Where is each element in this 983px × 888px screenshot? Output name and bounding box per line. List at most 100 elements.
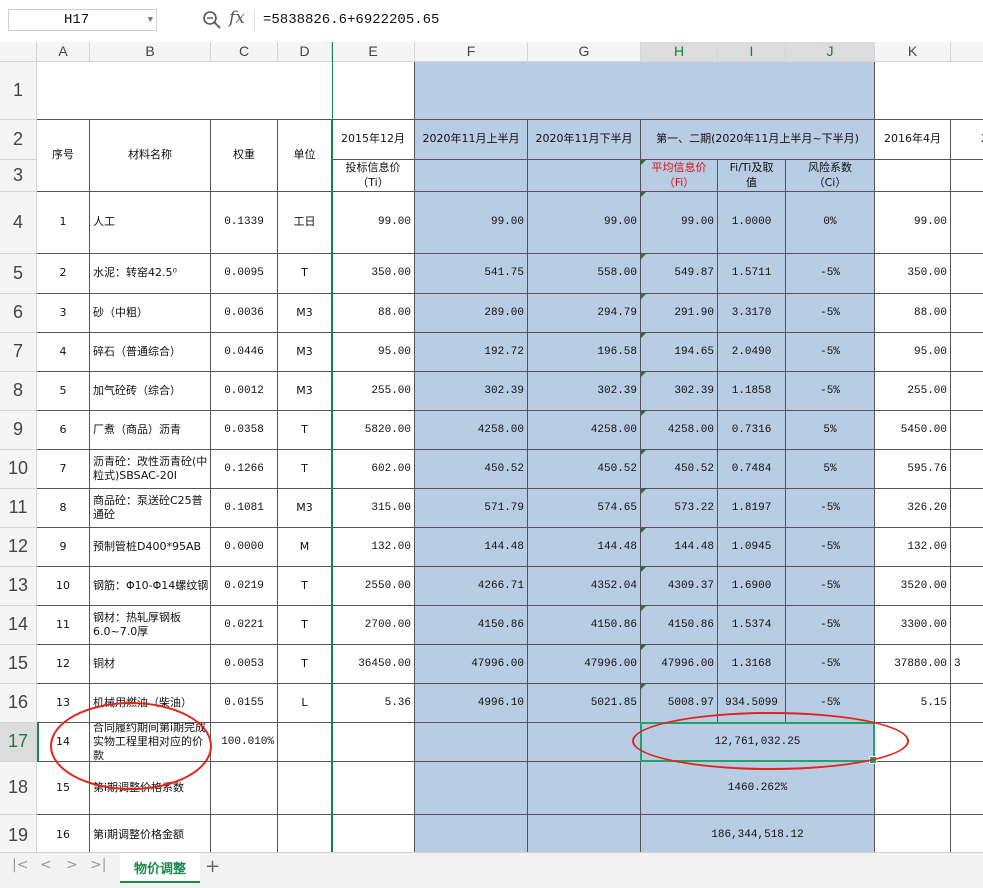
cell-avg-price[interactable]: 450.52 (641, 450, 718, 489)
cell-summary-weight[interactable] (211, 815, 278, 852)
header-2016-next[interactable]: 2016 (951, 120, 983, 160)
cell-seq[interactable]: 10 (37, 567, 90, 606)
cell-weight[interactable]: 0.0155 (211, 684, 278, 723)
cell-price-first-half[interactable]: 289.00 (415, 294, 528, 333)
name-box[interactable]: H17 ▼ (8, 9, 157, 31)
last-sheet-icon[interactable]: >| (90, 857, 106, 873)
cell-ratio[interactable]: 1.5711 (718, 254, 786, 294)
cell-unit[interactable]: T (278, 606, 332, 645)
cell-empty[interactable] (278, 762, 332, 815)
cell-bid-price[interactable]: 5820.00 (332, 411, 415, 450)
cell-unit[interactable]: M3 (278, 333, 332, 372)
cell-weight[interactable]: 0.0095 (211, 254, 278, 294)
cell-weight[interactable]: 0.1339 (211, 192, 278, 254)
cell-risk-coef[interactable]: -5% (786, 528, 875, 567)
cell-price-first-half[interactable]: 302.39 (415, 372, 528, 411)
cell-empty-blue[interactable] (415, 723, 528, 762)
row-header-11[interactable]: 11 (0, 489, 37, 528)
row-header-16[interactable]: 16 (0, 684, 37, 723)
column-header-c[interactable]: C (211, 42, 278, 62)
cell-ratio[interactable]: 0.7316 (718, 411, 786, 450)
cell-price-first-half[interactable]: 144.48 (415, 528, 528, 567)
cell-2016-next[interactable] (951, 567, 983, 606)
header-l3-empty[interactable] (951, 160, 983, 192)
cell-price-second-half[interactable]: 5021.85 (528, 684, 641, 723)
cell-weight[interactable]: 0.0219 (211, 567, 278, 606)
cell-unit[interactable]: T (278, 411, 332, 450)
cell-ratio[interactable]: 2.0490 (718, 333, 786, 372)
cell-weight[interactable]: 0.1266 (211, 450, 278, 489)
formula-input[interactable]: =5838826.6+6922205.65 (254, 10, 439, 32)
cell-2016-04[interactable]: 95.00 (875, 333, 951, 372)
row-header-17[interactable]: 17 (0, 723, 37, 762)
cell-summary-name[interactable]: 第i期调整价格金额 (90, 815, 211, 852)
header-f3-empty[interactable] (415, 160, 528, 192)
cell-price-first-half[interactable]: 192.72 (415, 333, 528, 372)
column-header-g[interactable]: G (528, 42, 641, 62)
cell-2016-next[interactable] (951, 333, 983, 372)
cell-unit[interactable]: M (278, 528, 332, 567)
cell-empty[interactable] (332, 815, 415, 852)
column-header-k[interactable]: K (875, 42, 951, 62)
cell-unit[interactable]: M3 (278, 294, 332, 333)
row-header-4[interactable]: 4 (0, 192, 37, 254)
cell-unit[interactable]: T (278, 254, 332, 294)
cell-weight[interactable]: 0.0358 (211, 411, 278, 450)
header-material-name[interactable]: 材料名称 (90, 120, 211, 192)
header-2020-11-first[interactable]: 2020年11月上半月 (415, 120, 528, 160)
cell-material-name[interactable]: 碎石（普通综合） (90, 333, 211, 372)
cell-seq[interactable]: 11 (37, 606, 90, 645)
cell-avg-price[interactable]: 302.39 (641, 372, 718, 411)
first-sheet-icon[interactable]: |< (12, 857, 28, 873)
cell-bid-price[interactable]: 36450.00 (332, 645, 415, 684)
cell-risk-coef[interactable]: 5% (786, 450, 875, 489)
cell-weight[interactable]: 0.0012 (211, 372, 278, 411)
add-sheet-icon[interactable]: + (205, 856, 220, 877)
cell-material-name[interactable]: 钢材：热轧厚钢板6.0~7.0厚 (90, 606, 211, 645)
cell-price-second-half[interactable]: 450.52 (528, 450, 641, 489)
cell-2016-04[interactable]: 3300.00 (875, 606, 951, 645)
column-header-i[interactable]: I (718, 42, 786, 62)
row-header-19[interactable]: 19 (0, 815, 37, 852)
cell-risk-coef[interactable]: 0% (786, 192, 875, 254)
cell-bid-price[interactable]: 132.00 (332, 528, 415, 567)
cell-ratio[interactable]: 0.7484 (718, 450, 786, 489)
cell-bid-price[interactable]: 5.36 (332, 684, 415, 723)
cell-price-second-half[interactable]: 144.48 (528, 528, 641, 567)
cell-risk-coef[interactable]: -5% (786, 372, 875, 411)
cell-bid-price[interactable]: 2550.00 (332, 567, 415, 606)
cell-price-second-half[interactable]: 302.39 (528, 372, 641, 411)
cell-price-second-half[interactable]: 99.00 (528, 192, 641, 254)
cell-summary-weight[interactable]: 100.010% (211, 723, 278, 762)
cell-price-first-half[interactable]: 99.00 (415, 192, 528, 254)
column-header-a[interactable]: A (37, 42, 90, 62)
cell-material-name[interactable]: 砂（中粗） (90, 294, 211, 333)
cell-material-name[interactable]: 钢筋：Φ10-Φ14螺纹钢 (90, 567, 211, 606)
cell-2016-next[interactable] (951, 528, 983, 567)
cell-2016-next[interactable] (951, 372, 983, 411)
cell-price-second-half[interactable]: 558.00 (528, 254, 641, 294)
row-header-10[interactable]: 10 (0, 450, 37, 489)
cell-price-second-half[interactable]: 4352.04 (528, 567, 641, 606)
cell-seq[interactable]: 9 (37, 528, 90, 567)
zoom-icon[interactable] (202, 10, 222, 30)
cell-seq[interactable]: 4 (37, 333, 90, 372)
cell-empty[interactable] (875, 815, 951, 852)
cell-empty[interactable] (332, 762, 415, 815)
column-header-h[interactable]: H (641, 42, 718, 62)
row-header-15[interactable]: 15 (0, 645, 37, 684)
cell-avg-price[interactable]: 4150.86 (641, 606, 718, 645)
cell-weight[interactable]: 0.1081 (211, 489, 278, 528)
cell-avg-price[interactable]: 47996.00 (641, 645, 718, 684)
cell-unit[interactable]: M3 (278, 372, 332, 411)
cell-material-name[interactable]: 预制管桩D400*95AB (90, 528, 211, 567)
cell-avg-price[interactable]: 573.22 (641, 489, 718, 528)
cell-seq[interactable]: 12 (37, 645, 90, 684)
row-header-2[interactable]: 2 (0, 120, 37, 160)
cell-empty[interactable] (951, 723, 983, 762)
cell-price-second-half[interactable]: 4150.86 (528, 606, 641, 645)
header-k3-empty[interactable] (875, 160, 951, 192)
column-header-f[interactable]: F (415, 42, 528, 62)
cell-price-second-half[interactable]: 47996.00 (528, 645, 641, 684)
fx-icon[interactable]: fx (229, 8, 245, 28)
